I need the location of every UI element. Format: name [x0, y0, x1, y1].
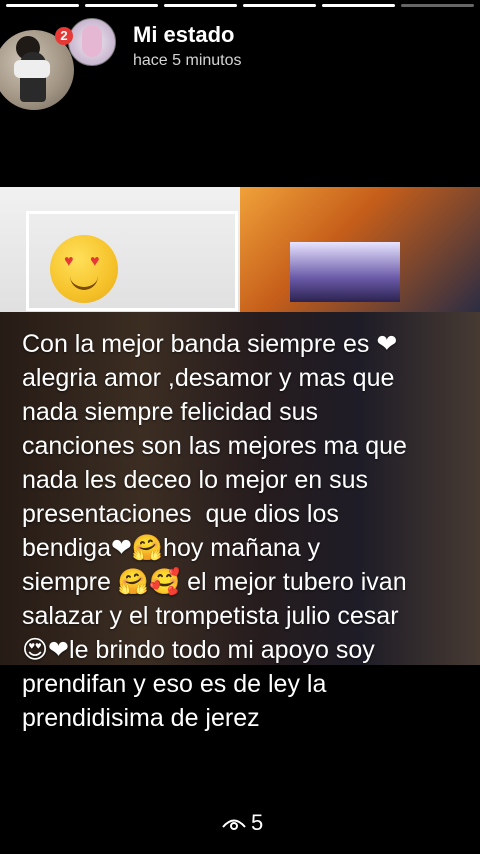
heart-eyes-emoji-icon: ♥ ♥: [50, 235, 118, 303]
progress-segment: [6, 4, 79, 7]
progress-segment: [85, 4, 158, 7]
eye-icon: [221, 816, 247, 830]
progress-segment: [243, 4, 316, 7]
collage-panel: [240, 187, 480, 312]
story-caption: Con la mejor banda siempre es ❤ alegria …: [22, 330, 407, 732]
views-count: 5: [251, 810, 264, 835]
story-timestamp: hace 5 minutos: [133, 52, 242, 69]
progress-segment: [401, 4, 474, 7]
page-title: Mi estado: [133, 22, 235, 47]
views-counter[interactable]: 5: [221, 810, 263, 836]
progress-segment: [164, 4, 237, 7]
collage-panel: ♥ ♥: [0, 187, 240, 312]
avatar-secondary[interactable]: [68, 18, 116, 66]
notification-badge: 2: [55, 27, 73, 45]
progress-segment: [322, 4, 395, 7]
story-progress-bar: [6, 4, 474, 7]
